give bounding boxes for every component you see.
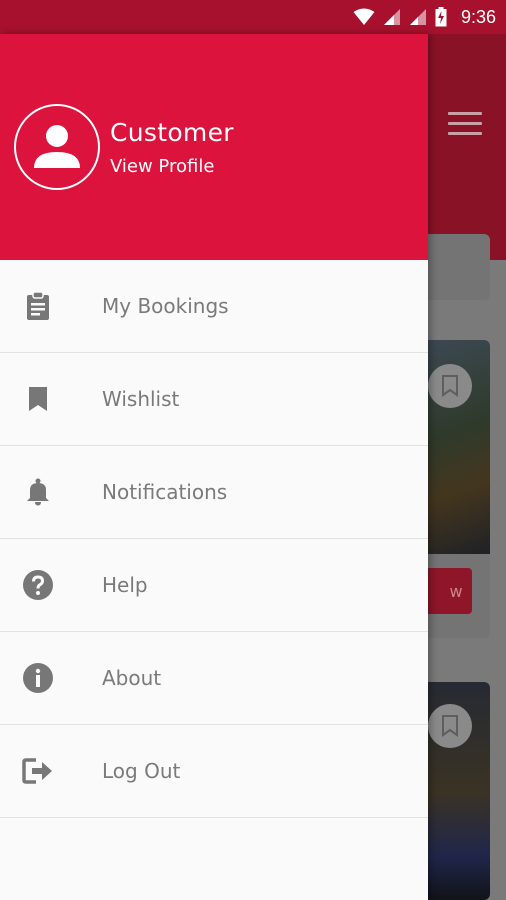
menu-item-notifications[interactable]: Notifications	[0, 446, 428, 539]
menu-item-log-out[interactable]: Log Out	[0, 725, 428, 818]
menu-item-help[interactable]: Help	[0, 539, 428, 632]
cell-signal-icon	[383, 9, 400, 25]
cell-signal-icon	[409, 9, 426, 25]
bell-icon	[22, 476, 54, 508]
menu-item-about[interactable]: About	[0, 632, 428, 725]
battery-charging-icon	[435, 7, 447, 27]
view-profile-link[interactable]: View Profile	[110, 156, 214, 177]
status-bar: 9:36	[0, 0, 506, 34]
avatar[interactable]	[14, 104, 100, 190]
menu-item-label: Log Out	[102, 759, 181, 783]
logout-icon	[22, 755, 54, 787]
person-icon	[34, 125, 80, 168]
bookmark-icon	[428, 364, 472, 408]
drawer-menu: My Bookings Wishlist Notifications Help …	[0, 260, 428, 818]
help-circle-icon	[22, 569, 54, 601]
profile-name: Customer	[110, 118, 234, 147]
status-icons: 9:36	[353, 0, 496, 34]
menu-item-wishlist[interactable]: Wishlist	[0, 353, 428, 446]
wifi-icon	[353, 8, 375, 25]
info-icon	[22, 662, 54, 694]
menu-item-label: About	[102, 666, 162, 690]
drawer-header: Customer View Profile	[0, 34, 428, 260]
menu-item-my-bookings[interactable]: My Bookings	[0, 260, 428, 353]
clipboard-icon	[22, 290, 54, 322]
menu-item-label: Help	[102, 573, 148, 597]
menu-item-label: My Bookings	[102, 294, 229, 318]
navigation-drawer: Customer View Profile My Bookings Wishli…	[0, 34, 428, 900]
menu-item-label: Notifications	[102, 480, 228, 504]
bookmark-icon	[22, 383, 54, 415]
hamburger-icon	[448, 112, 482, 136]
status-time: 9:36	[460, 6, 496, 27]
bookmark-icon	[428, 704, 472, 748]
menu-item-label: Wishlist	[102, 387, 180, 411]
